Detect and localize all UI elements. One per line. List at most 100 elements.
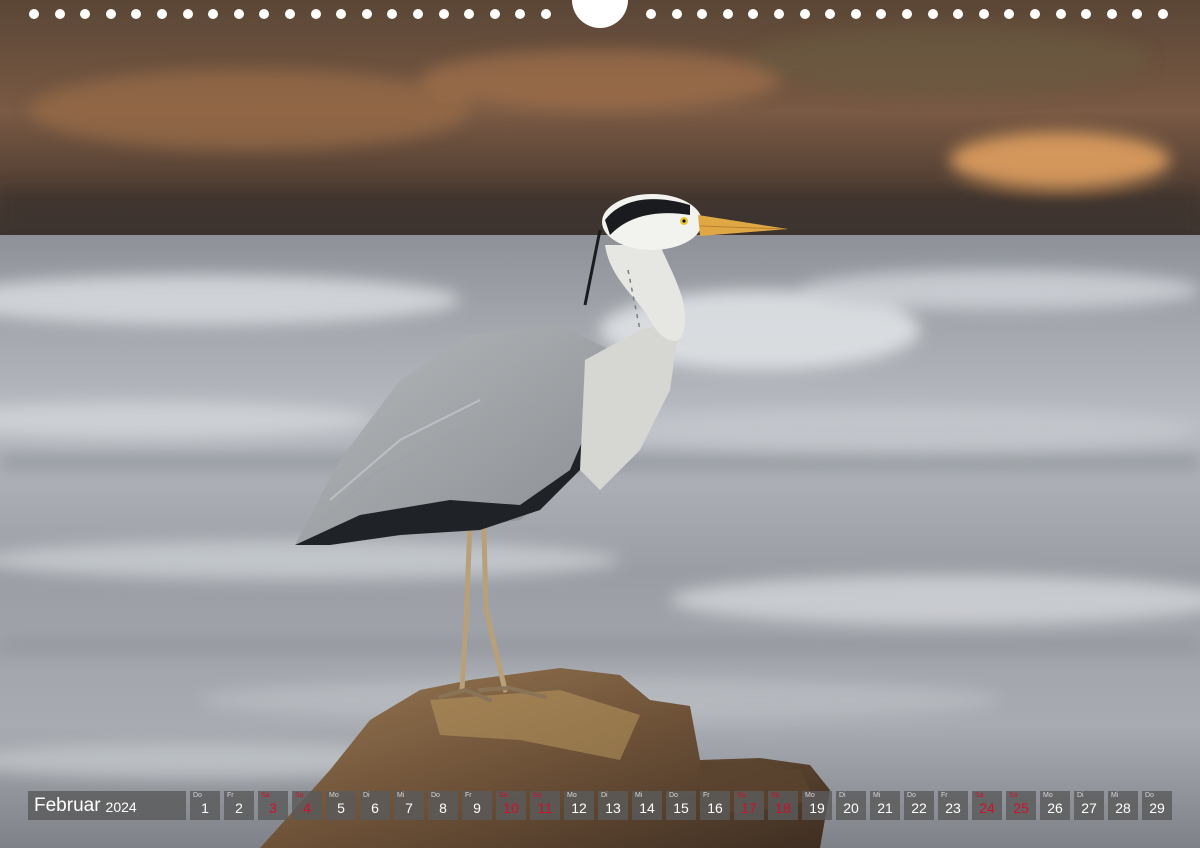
binding-hole — [285, 9, 295, 19]
binding-hole — [928, 9, 938, 19]
day-of-week: Mi — [1111, 792, 1119, 799]
day-of-week: Sa — [737, 792, 746, 799]
binding-hole — [1132, 9, 1142, 19]
day-of-week: Do — [193, 792, 202, 799]
day-number: 12 — [571, 800, 587, 816]
day-cell: So 4 — [292, 791, 322, 820]
day-of-week: Sa — [499, 792, 508, 799]
day-cell: Di 20 — [836, 791, 866, 820]
day-number: 14 — [639, 800, 655, 816]
hanger-notch — [572, 0, 628, 28]
day-of-week: So — [771, 792, 780, 799]
day-cell: Do 1 — [190, 791, 220, 820]
day-number: 13 — [605, 800, 621, 816]
binding-hole — [541, 9, 551, 19]
day-cell: Do 8 — [428, 791, 458, 820]
binding-hole — [234, 9, 244, 19]
day-of-week: Mo — [329, 792, 339, 799]
day-of-week: Sa — [261, 792, 270, 799]
day-number: 25 — [1013, 800, 1029, 816]
day-number: 19 — [809, 800, 825, 816]
binding-hole — [490, 9, 500, 19]
binding-hole — [336, 9, 346, 19]
month-name: Februar — [34, 794, 101, 816]
binding-hole — [1004, 9, 1014, 19]
day-cell: Sa 24 — [972, 791, 1002, 820]
day-of-week: Mi — [873, 792, 881, 799]
day-cell: Do 22 — [904, 791, 934, 820]
day-number: 1 — [201, 800, 209, 816]
binding-hole — [1158, 9, 1168, 19]
day-of-week: Di — [1077, 792, 1084, 799]
day-cell: Di 13 — [598, 791, 628, 820]
day-cell: So 25 — [1006, 791, 1036, 820]
day-of-week: Fr — [941, 792, 948, 799]
binding-hole — [387, 9, 397, 19]
day-cell: Mi 14 — [632, 791, 662, 820]
binding-hole — [774, 9, 784, 19]
day-of-week: So — [295, 792, 304, 799]
day-of-week: Mi — [397, 792, 405, 799]
binding-hole — [748, 9, 758, 19]
binding-hole — [646, 9, 656, 19]
day-cell: So 11 — [530, 791, 560, 820]
binding-hole — [515, 9, 525, 19]
day-of-week: Do — [669, 792, 678, 799]
day-cell: Fr 9 — [462, 791, 492, 820]
day-number: 27 — [1081, 800, 1097, 816]
day-number: 8 — [439, 800, 447, 816]
day-cell: Sa 10 — [496, 791, 526, 820]
binding-hole — [413, 9, 423, 19]
day-cell: So 18 — [768, 791, 798, 820]
binding-hole — [1081, 9, 1091, 19]
binding-hole — [106, 9, 116, 19]
day-of-week: Fr — [703, 792, 710, 799]
binding-hole — [672, 9, 682, 19]
binding-hole — [953, 9, 963, 19]
day-cell: Mo 5 — [326, 791, 356, 820]
binding-hole — [876, 9, 886, 19]
day-cell: Mi 7 — [394, 791, 424, 820]
day-number: 3 — [269, 800, 277, 816]
day-cells: Do 1 Fr 2 Sa 3 So 4 Mo 5 Di 6 Mi 7 Do 8 Fr 9 Sa 10 So 11 Mo 12 D… — [190, 791, 1176, 820]
month-label: Februar 2024 — [28, 791, 186, 820]
heron-photo — [0, 0, 1200, 848]
day-cell: Sa 17 — [734, 791, 764, 820]
binding-hole — [723, 9, 733, 19]
binding-hole — [131, 9, 141, 19]
day-of-week: Di — [839, 792, 846, 799]
day-of-week: Di — [601, 792, 608, 799]
day-of-week: Di — [363, 792, 370, 799]
day-number: 11 — [537, 800, 553, 816]
day-of-week: Mi — [635, 792, 643, 799]
month-year: 2024 — [105, 799, 137, 815]
binding-hole — [29, 9, 39, 19]
day-cell: Sa 3 — [258, 791, 288, 820]
binding-hole — [800, 9, 810, 19]
day-number: 17 — [741, 800, 757, 816]
day-of-week: Sa — [975, 792, 984, 799]
day-number: 15 — [673, 800, 689, 816]
day-cell: Di 6 — [360, 791, 390, 820]
binding-hole — [825, 9, 835, 19]
day-cell: Do 15 — [666, 791, 696, 820]
day-number: 26 — [1047, 800, 1063, 816]
day-number: 16 — [707, 800, 723, 816]
day-cell: Mi 21 — [870, 791, 900, 820]
day-number: 28 — [1115, 800, 1131, 816]
day-number: 9 — [473, 800, 481, 816]
day-of-week: Do — [431, 792, 440, 799]
day-of-week: Mo — [805, 792, 815, 799]
binding-hole — [157, 9, 167, 19]
day-cell: Mi 28 — [1108, 791, 1138, 820]
day-of-week: Do — [1145, 792, 1154, 799]
binding-hole — [1107, 9, 1117, 19]
day-cell: Mo 26 — [1040, 791, 1070, 820]
binding-hole — [55, 9, 65, 19]
binding-hole — [311, 9, 321, 19]
binding-hole — [902, 9, 912, 19]
day-number: 29 — [1149, 800, 1165, 816]
binding-hole — [259, 9, 269, 19]
day-cell: Fr 23 — [938, 791, 968, 820]
day-number: 23 — [945, 800, 961, 816]
